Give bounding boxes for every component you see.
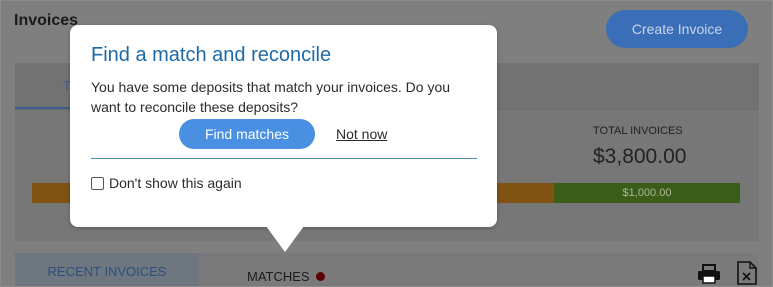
total-invoices-label: TOTAL INVOICES (593, 125, 683, 137)
dont-show-again-checkbox[interactable] (91, 176, 104, 190)
reconcile-popup: Find a match and reconcile You have some… (70, 25, 497, 227)
popup-title: Find a match and reconcile (91, 44, 332, 66)
tab-recent-invoices-label: RECENT INVOICES (47, 263, 167, 279)
popup-message: You have some deposits that match your i… (91, 79, 451, 115)
dont-show-again-row[interactable]: Don't show this again (91, 175, 242, 191)
app-window: Invoices Create Invoice T TOTAL INVOICES… (0, 0, 773, 287)
export-icon[interactable] (736, 261, 758, 286)
total-invoices-value: $3,800.00 (593, 145, 687, 168)
invoice-tabs-bar: RECENT INVOICES MATCHES (15, 253, 759, 286)
tab-matches-label: MATCHES (247, 269, 310, 284)
popup-pointer (266, 226, 304, 252)
tab-matches[interactable]: MATCHES (247, 269, 325, 284)
popup-divider (91, 158, 477, 159)
print-icon[interactable] (697, 264, 721, 286)
matches-alert-dot (315, 272, 325, 282)
not-now-link[interactable]: Not now (336, 126, 387, 142)
dont-show-again-label: Don't show this again (109, 175, 242, 191)
green-bar-label: $1,000.00 (622, 187, 672, 199)
status-bar-green[interactable]: $1,000.00 (554, 183, 740, 203)
find-matches-button[interactable]: Find matches (179, 119, 315, 149)
tab-recent-invoices[interactable]: RECENT INVOICES (15, 253, 199, 286)
create-invoice-button[interactable]: Create Invoice (606, 10, 748, 48)
page-title: Invoices (14, 12, 79, 29)
